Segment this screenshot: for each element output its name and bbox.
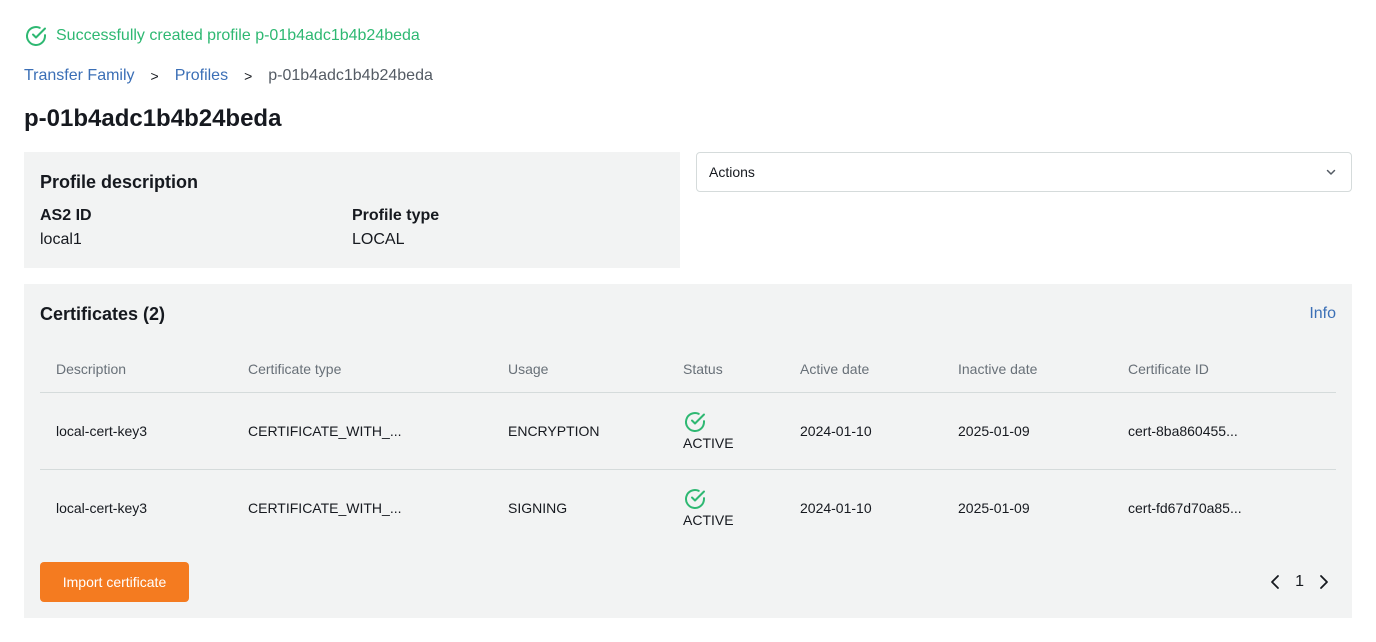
column-header-certificate-id[interactable]: Certificate ID [1112,346,1336,393]
column-header-inactive-date[interactable]: Inactive date [942,346,1112,393]
table-row[interactable]: local-cert-key3 CERTIFICATE_WITH_... ENC… [40,392,1336,470]
table-row[interactable]: local-cert-key3 CERTIFICATE_WITH_... SIG… [40,469,1336,546]
column-header-certificate-type[interactable]: Certificate type [232,346,492,393]
breadcrumb: Transfer Family > Profiles > p-01b4adc1b… [24,66,433,86]
cell-status: ACTIVE [667,392,784,470]
check-circle-icon [683,410,707,434]
breadcrumb-separator: > [150,68,159,84]
check-circle-icon [24,24,48,48]
cell-active-date: 2024-01-10 [784,392,942,470]
status-text: ACTIVE [683,512,734,529]
column-header-status[interactable]: Status [667,346,784,393]
column-header-description[interactable]: Description [40,346,232,393]
profile-type-field: Profile type LOCAL [352,206,664,250]
pagination: 1 [1267,572,1332,592]
status-badge: ACTIVE [683,410,784,451]
cell-certificate-type: CERTIFICATE_WITH_... [248,499,402,516]
status-badge: ACTIVE [683,487,784,528]
profile-description-panel: Profile description AS2 ID local1 Profil… [24,152,680,268]
certificates-panel: Certificates (2) Info Description Certif… [24,284,1352,618]
chevron-left-icon[interactable] [1267,572,1283,592]
cell-description: local-cert-key3 [40,392,232,470]
status-text: ACTIVE [683,435,734,451]
profile-fields: AS2 ID local1 Profile type LOCAL [40,206,664,250]
certificates-heading: Certificates (2) [40,304,166,324]
import-certificate-button[interactable]: Import certificate [40,562,189,602]
column-header-usage[interactable]: Usage [492,346,667,393]
as2-id-label: AS2 ID [40,207,92,224]
cell-inactive-date: 2025-01-09 [942,392,1112,470]
page-number[interactable]: 1 [1295,573,1304,591]
cell-inactive-date: 2025-01-09 [958,499,1030,516]
breadcrumb-separator: > [244,68,253,84]
page-title: p-01b4adc1b4b24beda [24,105,282,132]
cell-usage: ENCRYPTION [492,392,667,470]
flash-message: Successfully created profile p-01b4adc1b… [56,27,420,44]
cell-certificate-type: CERTIFICATE_WITH_... [232,392,492,470]
cell-certificate-id: cert-8ba860455... [1112,392,1336,470]
breadcrumb-current: p-01b4adc1b4b24beda [268,67,433,84]
as2-id-value: local1 [40,231,82,248]
profile-type-value: LOCAL [352,231,405,248]
cell-active-date: 2024-01-10 [800,499,872,516]
cell-status: ACTIVE [667,469,784,546]
cell-certificate-id: cert-fd67d70a85... [1128,499,1242,516]
cell-description: local-cert-key3 [56,499,148,516]
cell-usage: SIGNING [508,499,568,516]
column-header-active-date[interactable]: Active date [784,346,942,393]
check-circle-icon [683,487,707,511]
certificates-table: Description Certificate type Usage Statu… [40,346,1336,546]
profile-description-heading: Profile description [40,172,199,192]
chevron-down-icon [1323,164,1339,180]
as2-id-field: AS2 ID local1 [40,206,352,250]
table-header-row: Description Certificate type Usage Statu… [40,346,1336,393]
success-flash: Successfully created profile p-01b4adc1b… [24,24,420,48]
info-link[interactable]: Info [1309,305,1336,323]
actions-label: Actions [709,164,755,180]
breadcrumb-profiles[interactable]: Profiles [175,67,228,85]
breadcrumb-transfer-family[interactable]: Transfer Family [24,67,135,85]
actions-dropdown[interactable]: Actions [696,152,1352,192]
profile-type-label: Profile type [352,207,440,224]
chevron-right-icon[interactable] [1316,572,1332,592]
